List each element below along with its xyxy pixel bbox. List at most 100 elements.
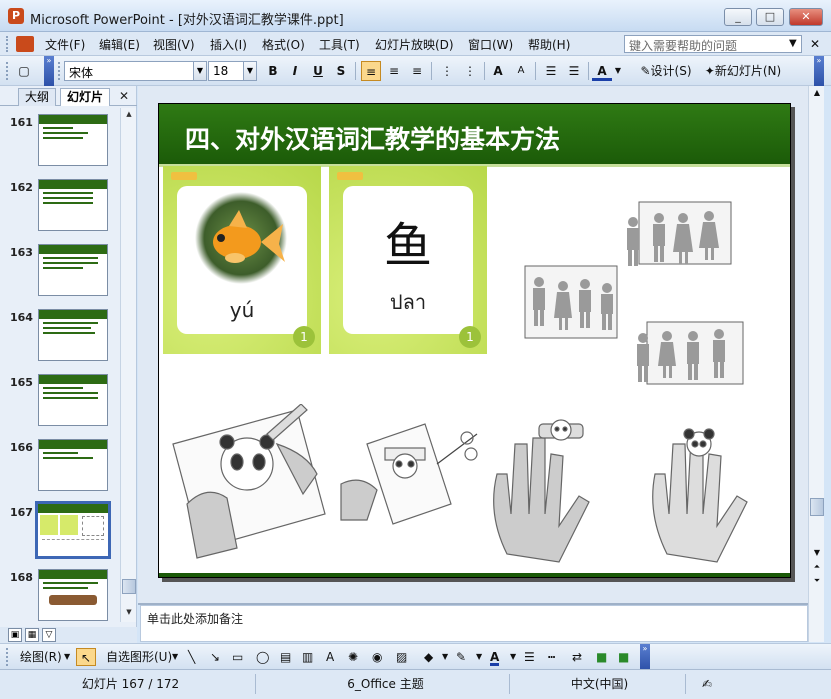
- slide-preview[interactable]: [38, 244, 108, 296]
- menu-slideshow[interactable]: 幻灯片放映(D): [375, 36, 454, 53]
- new-slide-button[interactable]: ✦新幻灯片(N): [698, 61, 788, 81]
- draw-menu-button[interactable]: 绘图(R): [20, 648, 62, 666]
- next-slide-icon[interactable]: ⏷: [811, 576, 823, 586]
- toolbar-grip[interactable]: [6, 648, 9, 666]
- scrollbar-thumb[interactable]: [122, 579, 136, 594]
- menu-window[interactable]: 窗口(W): [468, 36, 513, 53]
- toolbar-options-icon[interactable]: »: [640, 644, 650, 670]
- dash-style-icon[interactable]: ┅: [548, 648, 555, 666]
- bold-button[interactable]: B: [263, 61, 283, 81]
- slide-preview[interactable]: [38, 179, 108, 231]
- diagram-icon[interactable]: ✺: [348, 648, 358, 666]
- menu-insert[interactable]: 插入(I): [210, 36, 247, 53]
- toolbar-grip[interactable]: [6, 62, 9, 80]
- picture-icon[interactable]: ▨: [396, 648, 407, 666]
- scroll-up-icon[interactable]: ▲: [811, 88, 823, 97]
- rectangle-icon[interactable]: ▭: [232, 648, 243, 666]
- font-size-dropdown[interactable]: ▼: [243, 61, 257, 81]
- thumbnail-scrollbar[interactable]: ▲ ▼: [120, 108, 136, 622]
- arrow-style-icon[interactable]: ⇄: [572, 648, 582, 666]
- slide-thumbnail-166[interactable]: 166: [0, 435, 120, 497]
- slide-preview[interactable]: [38, 439, 108, 491]
- font-color-icon[interactable]: A: [592, 61, 612, 81]
- font-name-input[interactable]: 宋体: [64, 61, 194, 81]
- toolbar-grip[interactable]: [58, 62, 61, 80]
- new-document-icon[interactable]: ▢: [14, 61, 34, 81]
- chevron-down-icon[interactable]: ▼: [510, 648, 516, 666]
- slide-thumbnail-167[interactable]: 167: [0, 500, 120, 562]
- shadow-style-icon[interactable]: ■: [596, 648, 607, 666]
- design-button[interactable]: ✎设计(S): [636, 61, 696, 81]
- slide-thumbnail-162[interactable]: 162: [0, 175, 120, 237]
- slide-title[interactable]: 四、对外汉语词汇教学的基本方法: [185, 120, 560, 156]
- slide-thumbnail-161[interactable]: 161: [0, 110, 120, 172]
- autoshapes-button[interactable]: 自选图形(U): [106, 648, 172, 666]
- underline-button[interactable]: U: [308, 61, 328, 81]
- wordart-icon[interactable]: A: [326, 648, 334, 666]
- toolbar-options-icon[interactable]: »: [44, 56, 54, 86]
- chevron-down-icon[interactable]: ▼: [476, 648, 482, 666]
- select-pointer-icon[interactable]: ↖: [76, 648, 96, 666]
- slide-preview[interactable]: [38, 569, 108, 621]
- maximize-button[interactable]: □: [756, 8, 784, 26]
- slide-thumbnail-163[interactable]: 163: [0, 240, 120, 302]
- slide-preview[interactable]: [38, 374, 108, 426]
- slide-thumbnail-164[interactable]: 164: [0, 305, 120, 367]
- numbered-list-icon[interactable]: ⋮: [437, 61, 457, 81]
- normal-view-icon[interactable]: ▣: [8, 628, 22, 642]
- arrow-icon[interactable]: ↘: [210, 648, 220, 666]
- notes-pane[interactable]: 单击此处添加备注: [140, 605, 808, 642]
- menu-view[interactable]: 视图(V): [153, 36, 195, 53]
- tab-outline[interactable]: 大纲: [18, 88, 57, 106]
- align-center-icon[interactable]: ≡: [384, 61, 404, 81]
- slideshow-icon[interactable]: ▽: [42, 628, 56, 642]
- scroll-down-icon[interactable]: ▼: [123, 608, 135, 620]
- chevron-down-icon[interactable]: ▼: [442, 648, 448, 666]
- increase-font-icon[interactable]: A: [488, 61, 508, 81]
- toolbar-options-icon[interactable]: »: [814, 56, 824, 86]
- increase-indent-icon[interactable]: ☰: [564, 61, 584, 81]
- line-color-icon[interactable]: ✎: [456, 648, 466, 666]
- font-name-dropdown[interactable]: ▼: [193, 61, 207, 81]
- help-search-input[interactable]: 键入需要帮助的问题: [624, 35, 802, 53]
- flashcard-fish-word[interactable]: 鱼 ปลา 1: [329, 166, 487, 354]
- italic-button[interactable]: I: [285, 61, 305, 81]
- font-color-icon[interactable]: A: [490, 648, 500, 666]
- document-close-button[interactable]: ✕: [810, 37, 820, 51]
- menu-grip[interactable]: [6, 36, 9, 52]
- decrease-indent-icon[interactable]: ☰: [541, 61, 561, 81]
- align-right-icon[interactable]: ≡: [407, 61, 427, 81]
- tab-slides[interactable]: 幻灯片: [60, 88, 111, 106]
- slide-thumbnail-168[interactable]: 168: [0, 565, 120, 627]
- slide-canvas[interactable]: 四、对外汉语词汇教学的基本方法 yú 1 鱼 ปลา 1: [158, 103, 791, 578]
- fill-color-icon[interactable]: ◆: [424, 648, 433, 666]
- minimize-button[interactable]: _: [724, 8, 752, 26]
- oval-icon[interactable]: ◯: [256, 648, 269, 666]
- people-illustration[interactable]: [519, 194, 789, 404]
- menu-file[interactable]: 文件(F): [45, 36, 85, 53]
- chevron-down-icon[interactable]: ▼: [172, 648, 178, 666]
- bullet-list-icon[interactable]: ⋮: [460, 61, 480, 81]
- slide-preview-selected[interactable]: [35, 501, 111, 559]
- slide-preview[interactable]: [38, 114, 108, 166]
- flashcard-fish-image[interactable]: yú 1: [163, 166, 321, 354]
- vertical-textbox-icon[interactable]: ▥: [302, 648, 313, 666]
- close-pane-icon[interactable]: ✕: [119, 89, 129, 103]
- font-size-input[interactable]: 18: [208, 61, 248, 81]
- chevron-down-icon[interactable]: ▼: [789, 38, 797, 49]
- close-button[interactable]: ✕: [789, 8, 823, 26]
- previous-slide-icon[interactable]: ⏶: [811, 562, 823, 572]
- 3d-style-icon[interactable]: ■: [618, 648, 629, 666]
- shadow-button[interactable]: S: [331, 61, 351, 81]
- slide-thumbnail-165[interactable]: 165: [0, 370, 120, 432]
- menu-tools[interactable]: 工具(T): [319, 36, 360, 53]
- chevron-down-icon[interactable]: ▼: [64, 648, 70, 666]
- scroll-down-icon[interactable]: ▼: [811, 548, 823, 557]
- textbox-icon[interactable]: ▤: [280, 648, 291, 666]
- notes-placeholder[interactable]: 单击此处添加备注: [147, 610, 243, 627]
- menu-edit[interactable]: 编辑(E): [99, 36, 140, 53]
- decrease-font-icon[interactable]: A: [511, 61, 531, 81]
- spellcheck-icon[interactable]: ✍: [692, 674, 722, 694]
- menu-help[interactable]: 帮助(H): [528, 36, 570, 53]
- scrollbar-thumb[interactable]: [810, 498, 824, 516]
